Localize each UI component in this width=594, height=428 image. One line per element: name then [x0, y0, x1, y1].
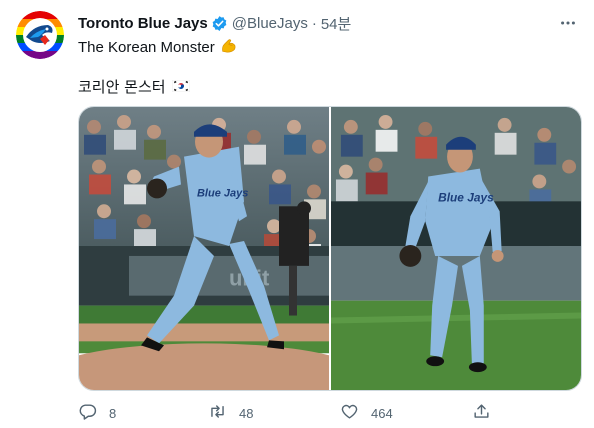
photo-right-jersey-text: Blue Jays [438, 190, 494, 204]
share-icon [472, 402, 491, 424]
photo-pitcher-walking[interactable]: Blue Jays [331, 107, 581, 390]
separator-dot: · [311, 14, 317, 32]
share-button[interactable] [472, 402, 491, 424]
tweet-text-line-2: 코리안 몬스터 [78, 76, 190, 97]
photo-left-jersey-text: Blue Jays [197, 187, 248, 199]
photo-pitcher-windup[interactable]: unit Blue Jays [79, 107, 329, 390]
retweet-count: 48 [239, 405, 254, 421]
blue-jays-logo [16, 11, 64, 59]
flexed-biceps-emoji-icon [220, 36, 238, 59]
heart-icon [340, 402, 359, 424]
tweet[interactable]: Toronto Blue Jays @BlueJays · 54분 The Ko… [0, 0, 594, 428]
retweet-button[interactable]: 48 [208, 402, 340, 424]
like-button[interactable]: 464 [340, 402, 472, 424]
reply-icon [78, 402, 97, 424]
more-options-icon[interactable] [558, 13, 578, 33]
handle[interactable]: @BlueJays [232, 15, 308, 32]
reply-count: 8 [109, 405, 117, 421]
tweet-actions: 8 48 464 [78, 402, 582, 424]
timestamp[interactable]: 54분 [321, 13, 352, 34]
tweet-text-line-1: The Korean Monster [78, 36, 238, 59]
verified-badge-icon [211, 15, 228, 32]
media-grid: unit Blue Jays [78, 106, 582, 391]
display-name[interactable]: Toronto Blue Jays [78, 15, 208, 32]
tweet-text-english: The Korean Monster [78, 39, 215, 56]
retweet-icon [208, 402, 227, 424]
tweet-text-korean: 코리안 몬스터 [78, 78, 166, 96]
avatar[interactable] [16, 11, 64, 59]
south-korea-flag-icon [166, 78, 190, 96]
reply-button[interactable]: 8 [78, 402, 208, 424]
like-count: 464 [371, 405, 393, 421]
tweet-header: Toronto Blue Jays @BlueJays · 54분 [78, 13, 578, 33]
